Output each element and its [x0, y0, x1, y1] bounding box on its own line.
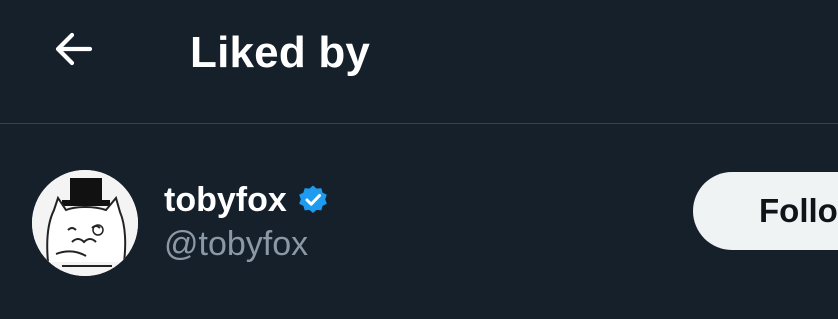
follow-button[interactable]: Follo	[693, 172, 838, 250]
page-title: Liked by	[190, 28, 371, 77]
arrow-left-icon	[50, 25, 98, 78]
user-handle: @tobyfox	[164, 225, 309, 263]
display-name[interactable]: tobyfox	[164, 180, 287, 220]
name-line: tobyfox	[164, 180, 329, 220]
back-button[interactable]	[38, 18, 110, 84]
liked-by-screen: Liked by tobyfox @tobyfox Follo	[0, 0, 838, 319]
verified-badge-icon	[297, 184, 329, 216]
top-bar: Liked by	[0, 0, 838, 124]
user-list-item[interactable]: tobyfox @tobyfox Follo	[0, 124, 838, 319]
avatar[interactable]	[32, 170, 138, 276]
